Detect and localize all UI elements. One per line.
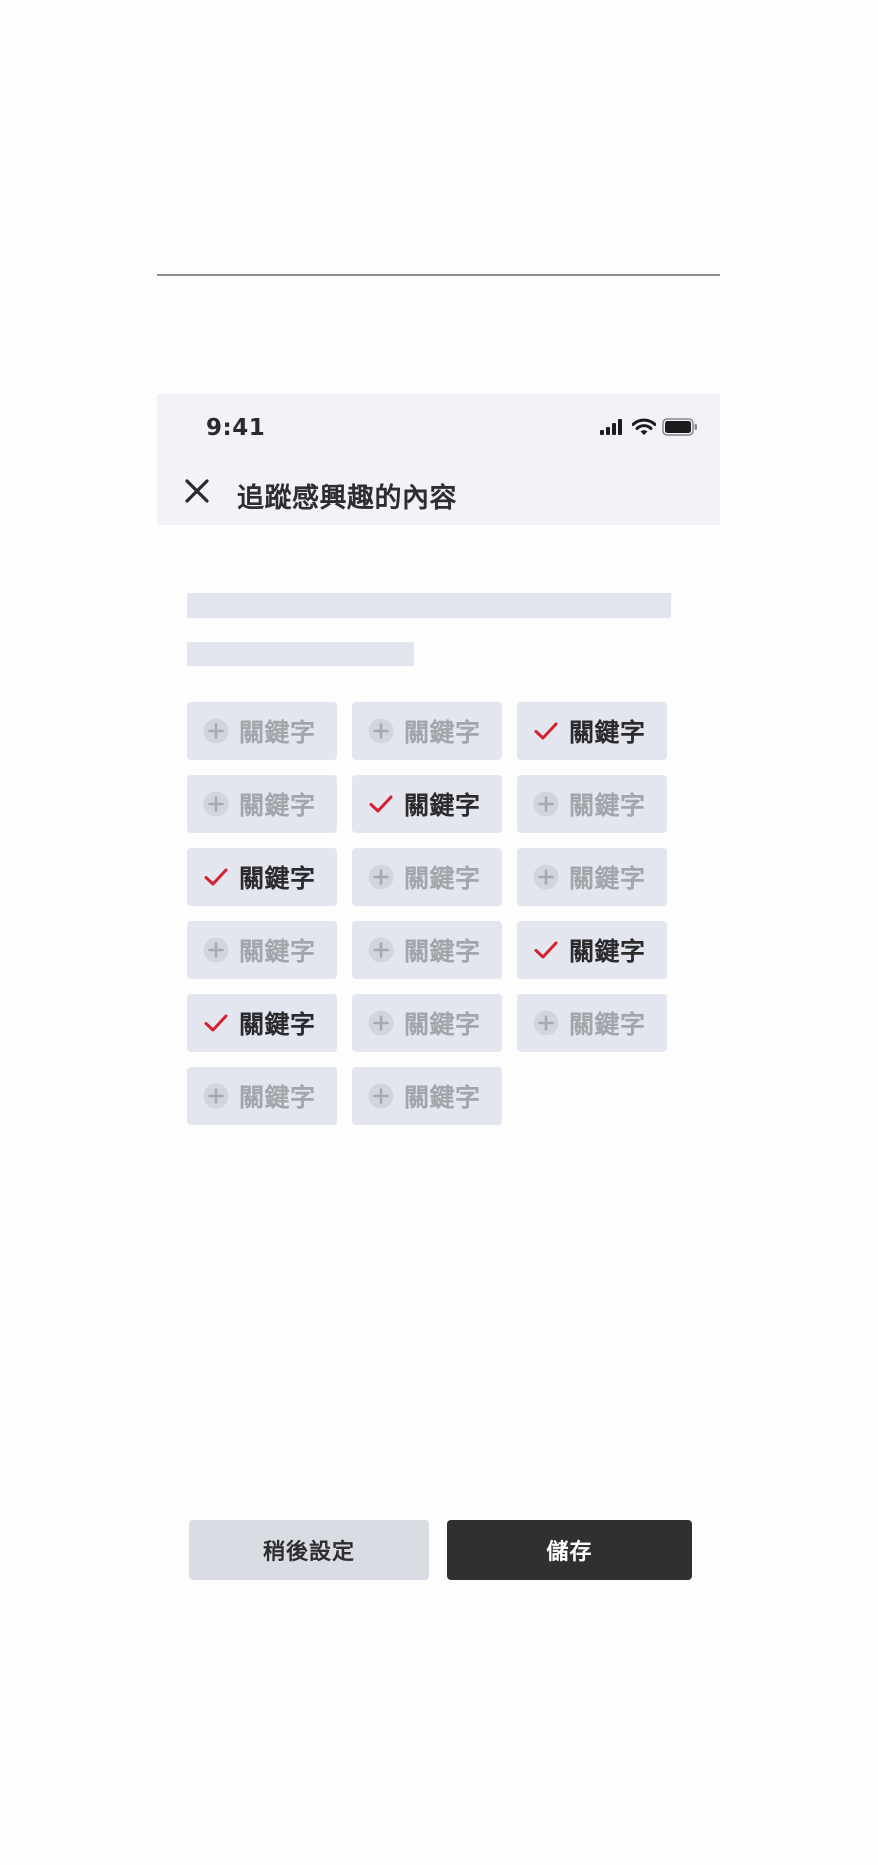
keyword-label: 關鍵字: [569, 1010, 646, 1039]
plus-circle-icon: [532, 863, 560, 891]
keyword-label: 關鍵字: [404, 864, 481, 893]
keyword-chip[interactable]: 關鍵字: [517, 921, 667, 979]
plus-circle-icon: [202, 790, 230, 818]
top-divider: [157, 274, 720, 276]
skeleton-line-short: [187, 642, 414, 666]
check-icon: [367, 790, 395, 818]
keyword-label: 關鍵字: [569, 937, 646, 966]
keyword-label: 關鍵字: [569, 718, 646, 747]
keyword-label: 關鍵字: [239, 1010, 316, 1039]
keyword-chip[interactable]: 關鍵字: [187, 702, 337, 760]
keyword-label: 關鍵字: [239, 864, 316, 893]
page-title: 追蹤感興趣的內容: [237, 483, 457, 514]
keyword-label: 關鍵字: [569, 864, 646, 893]
plus-circle-icon: [367, 936, 395, 964]
keyword-chip[interactable]: 關鍵字: [187, 994, 337, 1052]
keyword-chip[interactable]: 關鍵字: [517, 848, 667, 906]
keyword-label: 關鍵字: [239, 718, 316, 747]
keyword-label: 關鍵字: [404, 791, 481, 820]
check-icon: [532, 717, 560, 745]
keyword-label: 關鍵字: [404, 1010, 481, 1039]
keyword-label: 關鍵字: [239, 791, 316, 820]
keyword-chip[interactable]: 關鍵字: [352, 702, 502, 760]
close-button[interactable]: [179, 475, 215, 511]
plus-circle-icon: [532, 790, 560, 818]
status-icons: [600, 418, 698, 440]
plus-circle-icon: [367, 1009, 395, 1037]
footer-buttons: 稍後設定 儲存: [189, 1520, 692, 1580]
nav-bar: 追蹤感興趣的內容: [157, 464, 720, 525]
later-button[interactable]: 稍後設定: [189, 1520, 429, 1580]
keyword-label: 關鍵字: [239, 937, 316, 966]
keyword-chip[interactable]: 關鍵字: [187, 1067, 337, 1125]
check-icon: [532, 936, 560, 964]
keyword-chip[interactable]: 關鍵字: [352, 994, 502, 1052]
cellular-signal-icon: [600, 419, 626, 439]
keyword-chip[interactable]: 關鍵字: [517, 994, 667, 1052]
keyword-chip[interactable]: 關鍵字: [352, 1067, 502, 1125]
keyword-chip[interactable]: 關鍵字: [352, 921, 502, 979]
wifi-icon: [631, 418, 657, 440]
plus-circle-icon: [532, 1009, 560, 1037]
keyword-grid: 關鍵字 關鍵字 關鍵字 關鍵字 關鍵字 關鍵字 關鍵字 關鍵字 關鍵字 關鍵字 關鍵字 關鍵字 關鍵字關…: [187, 702, 667, 1125]
save-button[interactable]: 儲存: [447, 1520, 692, 1580]
close-icon: [184, 478, 210, 508]
keyword-chip[interactable]: 關鍵字: [517, 702, 667, 760]
keyword-label: 關鍵字: [404, 1083, 481, 1112]
keyword-chip[interactable]: 關鍵字: [517, 775, 667, 833]
keyword-label: 關鍵字: [239, 1083, 316, 1112]
app-header: 9:41 追蹤感興趣的內容: [157, 394, 720, 525]
skeleton-line: [187, 593, 671, 618]
keyword-chip[interactable]: 關鍵字: [187, 848, 337, 906]
keyword-chip[interactable]: 關鍵字: [187, 921, 337, 979]
battery-icon: [662, 418, 698, 440]
plus-circle-icon: [202, 717, 230, 745]
keyword-label: 關鍵字: [404, 937, 481, 966]
plus-circle-icon: [202, 1082, 230, 1110]
keyword-label: 關鍵字: [569, 791, 646, 820]
keyword-label: 關鍵字: [404, 718, 481, 747]
plus-circle-icon: [367, 1082, 395, 1110]
plus-circle-icon: [367, 717, 395, 745]
keyword-chip[interactable]: 關鍵字: [187, 775, 337, 833]
check-icon: [202, 1009, 230, 1037]
keyword-chip[interactable]: 關鍵字: [352, 848, 502, 906]
status-time: 9:41: [206, 415, 266, 441]
keyword-chip[interactable]: 關鍵字: [352, 775, 502, 833]
status-bar: 9:41: [157, 394, 720, 464]
plus-circle-icon: [202, 936, 230, 964]
plus-circle-icon: [367, 863, 395, 891]
check-icon: [202, 863, 230, 891]
